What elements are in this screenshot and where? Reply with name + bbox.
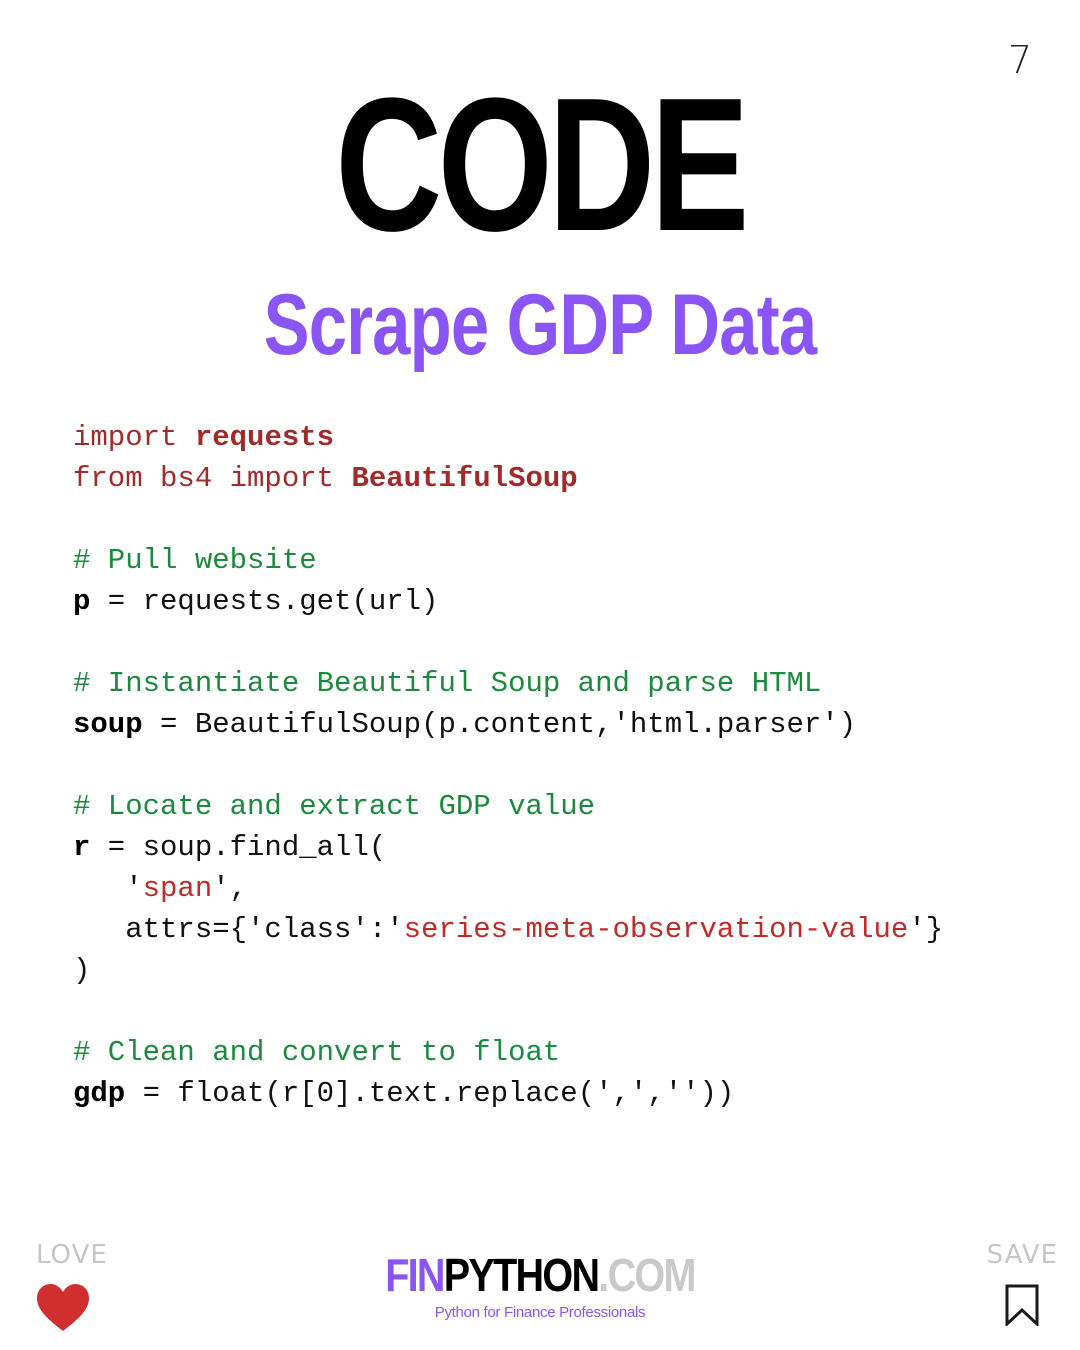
brand-com: .COM <box>598 1249 696 1301</box>
code-variable: soup <box>73 708 143 741</box>
code-line: import requests <box>73 417 1033 458</box>
code-variable: gdp <box>73 1077 126 1110</box>
code-string: span <box>142 872 213 905</box>
code-expression: = BeautifulSoup(p.content,'html.parser') <box>142 708 857 741</box>
code-variable: p <box>73 585 91 618</box>
brand: FINPYTHON.COM Python for Finance Profess… <box>0 1248 1080 1321</box>
code-text: ' <box>73 872 143 905</box>
code-variable: r <box>73 831 91 864</box>
brand-logo[interactable]: FINPYTHON.COM <box>385 1248 696 1302</box>
code-text: attrs={'class':' <box>73 913 404 946</box>
brand-fin: FIN <box>385 1249 445 1301</box>
code-module: BeautifulSoup <box>351 462 578 495</box>
brand-python: PYTHON <box>443 1249 600 1301</box>
code-line: gdp = float(r[0].text.replace(',','')) <box>73 1073 1033 1114</box>
code-text: '} <box>908 913 944 946</box>
code-line: soup = BeautifulSoup(p.content,'html.par… <box>73 704 1033 745</box>
code-expression: = float(r[0].text.replace(',','')) <box>125 1077 735 1110</box>
code-line: ) <box>73 954 91 987</box>
code-keyword: import <box>73 421 195 454</box>
code-keyword: from bs4 import <box>73 462 352 495</box>
code-line: attrs={'class':'series-meta-observation-… <box>73 909 1033 950</box>
page-title: CODE <box>335 59 749 271</box>
brand-tagline: Python for Finance Professionals <box>434 1304 646 1321</box>
code-comment: # Pull website <box>73 544 317 577</box>
code-line: 'span', <box>73 868 1033 909</box>
code-block: import requests from bs4 import Beautifu… <box>73 417 1033 1114</box>
code-comment: # Instantiate Beautiful Soup and parse H… <box>73 667 822 700</box>
code-line: r = soup.find_all( <box>73 827 1033 868</box>
code-comment: # Clean and convert to float <box>73 1036 561 1069</box>
page-number: 7 <box>1007 38 1032 82</box>
code-line: p = requests.get(url) <box>73 581 1033 622</box>
page-subtitle: Scrape GDP Data <box>263 277 817 373</box>
code-expression: = soup.find_all( <box>90 831 387 864</box>
code-string: series-meta-observation-value <box>403 913 909 946</box>
save-label: SAVE <box>986 1240 1058 1270</box>
code-module: requests <box>194 421 335 454</box>
code-expression: = requests.get(url) <box>90 585 439 618</box>
code-comment: # Locate and extract GDP value <box>73 790 596 823</box>
code-text: ', <box>212 872 248 905</box>
bookmark-icon[interactable] <box>1005 1284 1039 1326</box>
code-line: from bs4 import BeautifulSoup <box>73 458 1033 499</box>
